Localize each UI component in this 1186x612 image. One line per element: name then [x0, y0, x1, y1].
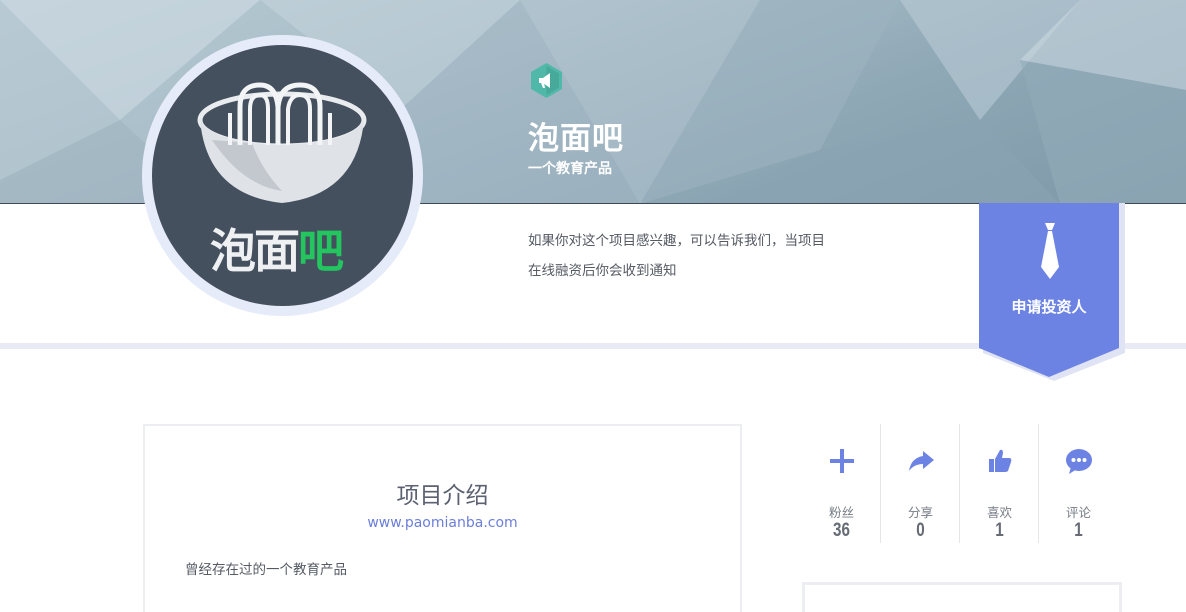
- stats-panel: 粉丝 36 分享 0 喜欢 1 评论 1: [802, 424, 1122, 544]
- project-tagline: 一个教育产品: [528, 161, 612, 177]
- apply-investor-label: 申请投资人: [1011, 298, 1087, 316]
- website-link[interactable]: www.paomianba.com: [145, 515, 740, 531]
- stat-label: 分享: [907, 505, 933, 520]
- stat-comments[interactable]: 评论 1: [1039, 424, 1118, 544]
- tie-icon: [1039, 223, 1061, 279]
- logo-text-right: 吧: [298, 224, 344, 278]
- logo-text-left: 泡面: [210, 224, 300, 278]
- stat-label: 评论: [1065, 505, 1091, 520]
- stat-count: 1: [1074, 520, 1083, 541]
- stat-count: 0: [916, 520, 925, 541]
- project-title: 泡面吧: [528, 121, 624, 157]
- project-page: 泡面吧 泡面吧 一个教育产品 如果你对这个项目感兴趣，可以告诉我们，当项目在线融…: [0, 0, 1186, 612]
- project-logo: 泡面吧: [152, 45, 413, 306]
- thumbs-up-icon: [960, 446, 1039, 476]
- stat-label: 粉丝: [828, 505, 854, 520]
- stat-shares[interactable]: 分享 0: [881, 424, 960, 544]
- intro-card: 项目介绍 www.paomianba.com 曾经存在过的一个教育产品: [143, 424, 742, 612]
- comment-icon: [1039, 446, 1118, 476]
- project-description: 如果你对这个项目感兴趣，可以告诉我们，当项目在线融资后你会收到通知: [528, 233, 825, 279]
- stat-likes[interactable]: 喜欢 1: [960, 424, 1039, 544]
- stat-label: 喜欢: [986, 505, 1012, 520]
- plus-icon: [802, 446, 881, 476]
- stat-count: 1: [995, 520, 1004, 541]
- share-icon: [881, 446, 960, 476]
- stat-followers[interactable]: 粉丝 36: [802, 424, 881, 544]
- logo-text: 泡面吧: [210, 215, 344, 281]
- intro-title: 项目介绍: [396, 483, 489, 509]
- intro-text: 曾经存在过的一个教育产品: [185, 562, 347, 578]
- side-card: [802, 582, 1122, 612]
- megaphone-icon: [528, 62, 565, 99]
- stat-count: 36: [833, 520, 850, 541]
